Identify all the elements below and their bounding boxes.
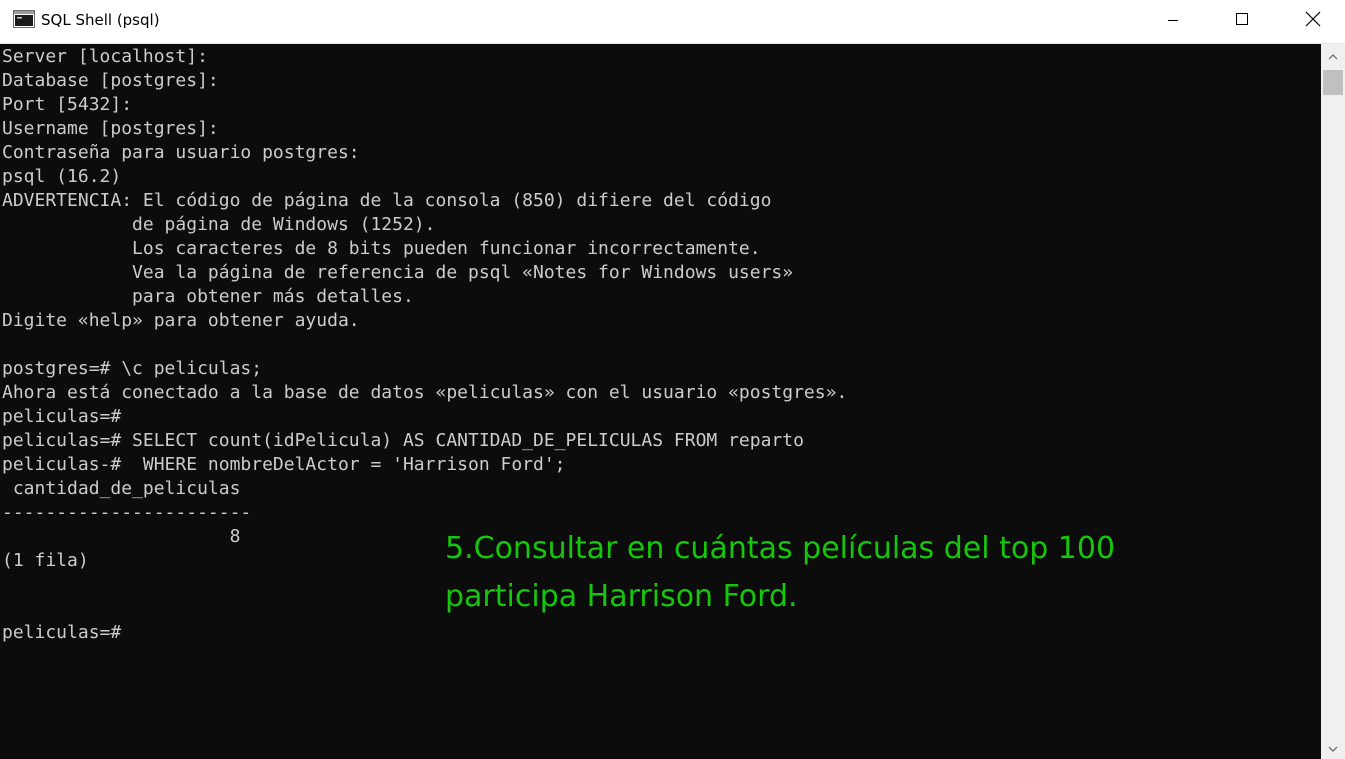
console-line: Digite «help» para obtener ayuda.	[2, 310, 360, 331]
vertical-scrollbar[interactable]	[1321, 44, 1345, 759]
console-line: peliculas=#	[2, 406, 122, 427]
console-line: peliculas-# WHERE nombreDelActor = 'Harr…	[2, 454, 566, 475]
console-line: psql (16.2)	[2, 166, 122, 187]
console-line: Ahora está conectado a la base de datos …	[2, 382, 848, 403]
console-line: Username [postgres]:	[2, 118, 219, 139]
scrollbar-thumb[interactable]	[1323, 70, 1343, 95]
scroll-up-button[interactable]	[1321, 44, 1345, 68]
window-title: SQL Shell (psql)	[41, 11, 160, 29]
chevron-down-icon	[1328, 739, 1338, 757]
console-line: Los caracteres de 8 bits pueden funciona…	[2, 238, 761, 259]
close-icon	[1305, 11, 1321, 32]
scroll-down-button[interactable]	[1321, 737, 1345, 759]
console-line: Contraseña para usuario postgres:	[2, 142, 360, 163]
console-line: peliculas=# SELECT count(idPelicula) AS …	[2, 430, 804, 451]
console-line: ADVERTENCIA: El código de página de la c…	[2, 190, 772, 211]
console-line: -----------------------	[2, 502, 252, 523]
console-line: postgres=# \c peliculas;	[2, 358, 263, 379]
console-line: Port [5432]:	[2, 94, 133, 115]
minimize-icon	[1167, 13, 1179, 31]
annotation-line-2: participa Harrison Ford.	[445, 579, 798, 614]
annotation-line-1: 5.Consultar en cuántas películas del top…	[445, 531, 1116, 566]
minimize-button[interactable]	[1150, 0, 1196, 43]
sql-shell-window: SQL Shell (psql) Server [localhost]: Dat…	[0, 0, 1345, 759]
console-line: Vea la página de referencia de psql «Not…	[2, 262, 794, 283]
console-line: de página de Windows (1252).	[2, 214, 436, 235]
task-annotation: 5.Consultar en cuántas películas del top…	[445, 525, 1205, 621]
console-line: peliculas=#	[2, 622, 122, 643]
console-line: cantidad_de_peliculas	[2, 478, 241, 499]
console-output[interactable]: Server [localhost]: Database [postgres]:…	[0, 44, 1321, 759]
title-bar[interactable]: SQL Shell (psql)	[0, 0, 1345, 44]
maximize-button[interactable]	[1219, 0, 1265, 43]
console-line: Server [localhost]:	[2, 46, 208, 67]
console-line: para obtener más detalles.	[2, 286, 414, 307]
close-button[interactable]	[1290, 0, 1336, 43]
console-line: Database [postgres]:	[2, 70, 219, 91]
maximize-icon	[1235, 12, 1249, 31]
console-app-icon[interactable]	[13, 10, 35, 28]
chevron-up-icon	[1328, 47, 1338, 65]
